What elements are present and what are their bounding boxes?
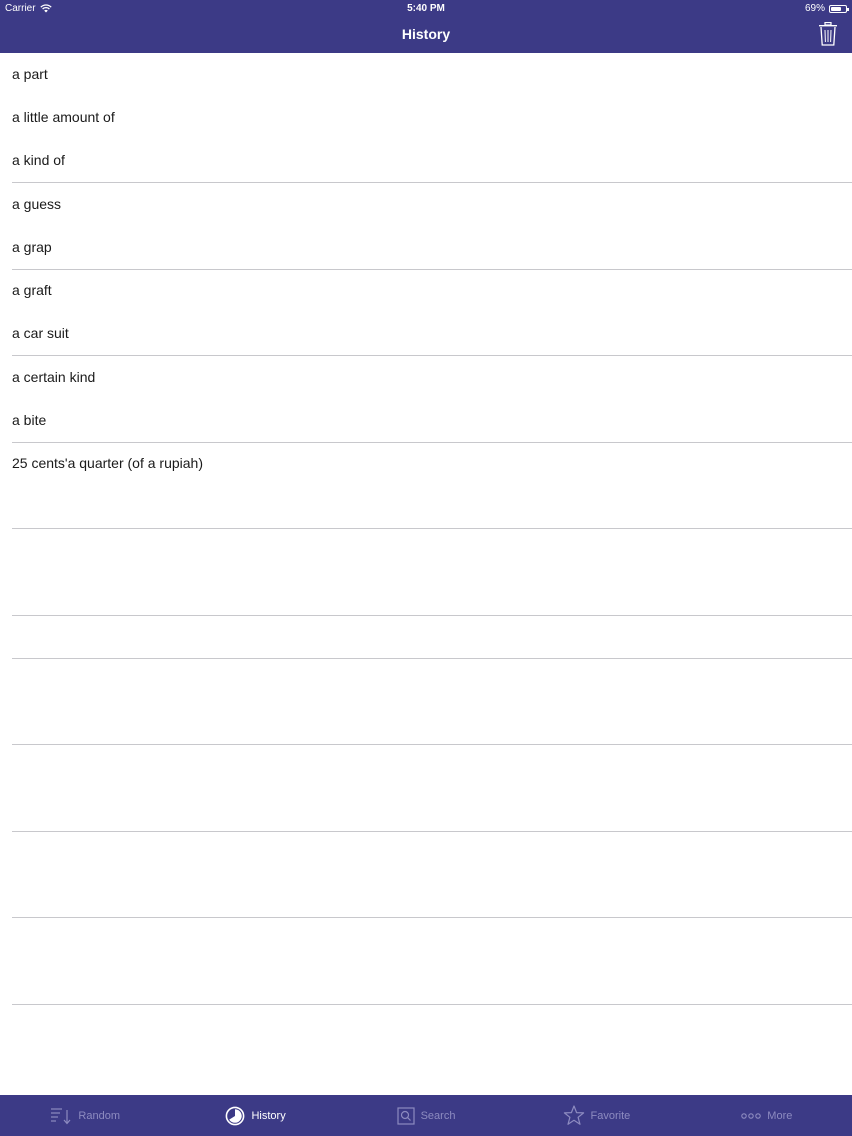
- tab-label: More: [767, 1109, 793, 1122]
- history-item[interactable]: a car suit: [12, 323, 852, 343]
- tab-random[interactable]: Random: [0, 1095, 170, 1136]
- battery-indicator: 69%: [804, 0, 849, 17]
- tab-label: Random: [78, 1109, 120, 1122]
- row-divider: [12, 1004, 852, 1005]
- history-item[interactable]: a guess: [12, 194, 852, 214]
- more-dots-icon: [741, 1112, 762, 1119]
- row-divider: [12, 528, 852, 529]
- tab-favorite[interactable]: Favorite: [511, 1095, 681, 1136]
- history-item[interactable]: a kind of: [12, 150, 852, 170]
- trash-icon: [819, 21, 837, 46]
- row-divider: [12, 744, 852, 745]
- history-item[interactable]: a certain kind: [12, 367, 852, 387]
- app-screen: Carrier 5:40 PM 69% History a part a lit…: [0, 0, 852, 1136]
- clock-icon: [226, 1106, 245, 1125]
- tab-more[interactable]: More: [682, 1095, 852, 1136]
- row-divider: [12, 355, 852, 356]
- history-item[interactable]: a grap: [12, 237, 852, 257]
- row-divider: [12, 831, 852, 832]
- history-item[interactable]: a part: [12, 64, 852, 84]
- tab-history[interactable]: History: [170, 1095, 340, 1136]
- row-divider: [12, 442, 852, 443]
- row-divider: [12, 269, 852, 270]
- clear-history-button[interactable]: [818, 21, 838, 46]
- history-list: a part a little amount of a kind of a gu…: [0, 53, 852, 1095]
- history-item[interactable]: 25 cents'a quarter (of a rupiah): [12, 453, 852, 473]
- tab-search[interactable]: Search: [341, 1095, 511, 1136]
- history-item[interactable]: a graft: [12, 280, 852, 300]
- page-title: History: [401, 26, 451, 42]
- tab-label: History: [251, 1109, 286, 1122]
- battery-percent: 69%: [804, 3, 825, 14]
- tab-label: Favorite: [590, 1109, 631, 1122]
- history-item[interactable]: a bite: [12, 410, 852, 430]
- status-time: 5:40 PM: [407, 3, 445, 14]
- battery-fill: [831, 6, 841, 11]
- row-divider: [12, 917, 852, 918]
- tab-label: Search: [420, 1109, 456, 1122]
- row-divider: [12, 615, 852, 616]
- history-item[interactable]: a little amount of: [12, 107, 852, 127]
- random-list-icon: [51, 1107, 71, 1124]
- top-bar: Carrier 5:40 PM 69% History: [0, 0, 852, 53]
- star-icon: [563, 1105, 584, 1125]
- row-divider: [12, 658, 852, 659]
- status-bar: Carrier 5:40 PM 69%: [0, 0, 852, 17]
- search-icon: [396, 1106, 415, 1125]
- row-divider: [12, 182, 852, 183]
- battery-icon: [829, 4, 849, 13]
- tab-bar: Random History Search Favorite More: [0, 1095, 852, 1136]
